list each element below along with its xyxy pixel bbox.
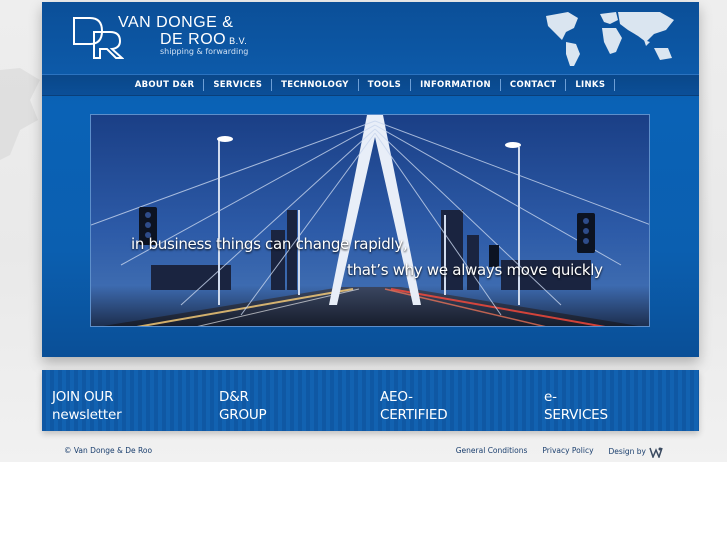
nav-item-tools[interactable]: TOOLS — [359, 79, 412, 91]
page: VAN DONGE & DE ROO B.V. shipping & forwar… — [0, 0, 727, 545]
promo-group-link[interactable]: D&R GROUP — [219, 388, 267, 424]
hero-bridge-image — [91, 115, 649, 326]
promo-newsletter-line2: newsletter — [52, 407, 122, 423]
logo-suffix: B.V. — [229, 36, 248, 46]
design-by-label: Design by — [608, 447, 646, 456]
promo-newsletter-line1: JOIN OUR — [52, 389, 114, 405]
promo-aeo-link[interactable]: AEO- CERTIFIED — [380, 388, 448, 424]
nav-item-information[interactable]: INFORMATION — [411, 79, 501, 91]
promo-eservices-line1: e- — [544, 389, 557, 405]
design-by-link[interactable]: Design by — [609, 446, 663, 458]
nav-item-about[interactable]: ABOUT D&R — [126, 79, 205, 91]
promo-aeo-line1: AEO- — [380, 389, 413, 405]
promo-aeo-line2: CERTIFIED — [380, 407, 448, 423]
logo-tagline: shipping & forwarding — [160, 47, 249, 56]
promo-strip: JOIN OUR newsletter D&R GROUP AEO- CERTI… — [42, 370, 699, 431]
background-map-left — [0, 68, 40, 160]
dr-monogram-icon — [73, 17, 124, 59]
header: VAN DONGE & DE ROO B.V. shipping & forwar… — [42, 2, 699, 74]
hero-tagline-line2: that’s why we always move quickly — [347, 261, 603, 279]
nav-item-links[interactable]: LINKS — [566, 79, 616, 91]
nav-item-contact[interactable]: CONTACT — [501, 79, 567, 91]
company-logo[interactable]: VAN DONGE & DE ROO B.V. shipping & forwar… — [72, 14, 272, 64]
privacy-policy-link[interactable]: Privacy Policy — [542, 446, 593, 458]
hero-banner: in business things can change rapidly, t… — [90, 114, 650, 327]
footer-links: General Conditions Privacy Policy Design… — [456, 446, 663, 458]
promo-eservices-line2: SERVICES — [544, 407, 608, 423]
hero-tagline-line1: in business things can change rapidly, — [131, 235, 408, 253]
promo-group-line2: GROUP — [219, 407, 267, 423]
main-frame: VAN DONGE & DE ROO B.V. shipping & forwar… — [42, 2, 699, 357]
promo-group-line1: D&R — [219, 389, 249, 405]
world-map-icon — [546, 12, 674, 66]
footer: © Van Donge & De Roo General Conditions … — [42, 440, 699, 458]
nav-item-services[interactable]: SERVICES — [204, 79, 273, 91]
promo-eservices-link[interactable]: e- SERVICES — [544, 388, 608, 424]
logo-name-line1: VAN DONGE & — [118, 14, 234, 31]
copyright-text: © Van Donge & De Roo — [64, 446, 153, 455]
main-nav: ABOUT D&R SERVICES TECHNOLOGY TOOLS INFO… — [42, 74, 699, 96]
promo-newsletter-link[interactable]: JOIN OUR newsletter — [52, 388, 122, 424]
nav-item-technology[interactable]: TECHNOLOGY — [272, 79, 359, 91]
designer-logo-icon — [649, 447, 663, 458]
general-conditions-link[interactable]: General Conditions — [456, 446, 528, 458]
